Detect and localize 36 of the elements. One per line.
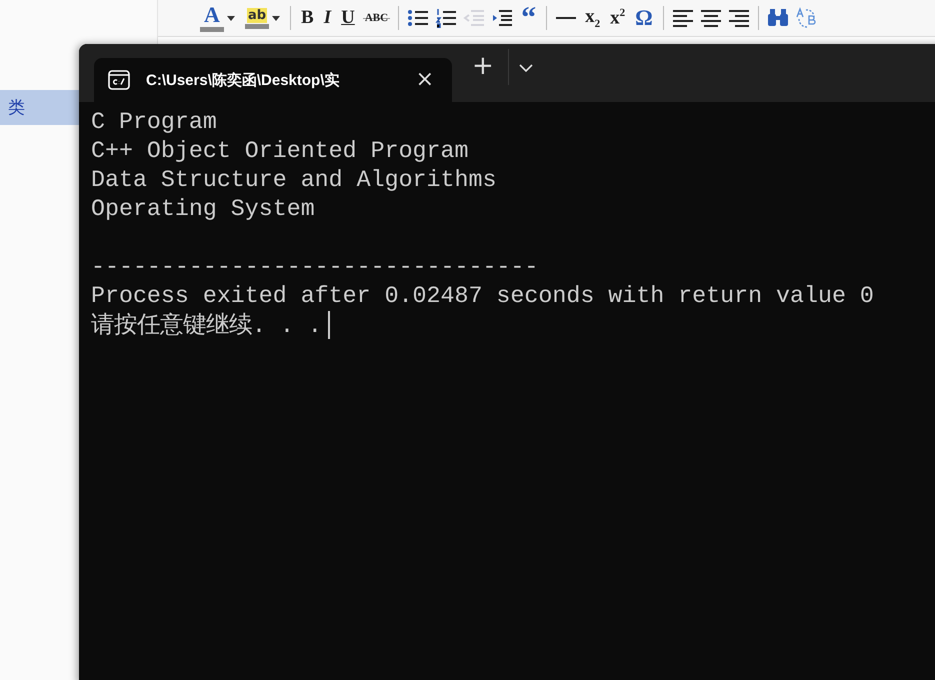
indent-icon (491, 8, 514, 28)
text-cursor (328, 311, 330, 339)
align-center-icon (700, 8, 722, 28)
bulleted-list-icon (407, 8, 430, 28)
font-color-button[interactable]: A (198, 4, 237, 32)
console-line: C++ Object Oriented Program (91, 137, 470, 166)
tab-title: C:\Users\陈奕函\Desktop\实 (146, 70, 340, 90)
italic-button[interactable]: I (322, 4, 334, 32)
console-line: Operating System (91, 195, 316, 224)
quote-button[interactable]: “ (519, 4, 538, 32)
console-line: Data Structure and Algorithms (91, 166, 498, 195)
highlight-button[interactable]: ab (243, 4, 282, 32)
replace-icon (794, 7, 817, 29)
bold-button[interactable]: B (299, 4, 316, 32)
close-tab-button[interactable]: × (412, 69, 438, 91)
format-button[interactable]: x$^{2}$ (608, 4, 628, 32)
align-left-icon (672, 8, 694, 28)
console-line: C Program (91, 108, 218, 137)
binoculars-icon (766, 8, 789, 28)
chevron-down-icon (518, 64, 533, 72)
outdent-icon (463, 8, 486, 28)
console-line: 请按任意键继续. . . (91, 313, 322, 339)
numbered-list-icon (435, 8, 458, 28)
align-right-icon (728, 8, 750, 28)
caret-icon[interactable] (272, 16, 280, 20)
console-line: Process exited after 0.02487 seconds with return value 0 (91, 282, 875, 311)
underline-button[interactable]: U (339, 4, 357, 32)
horizontal-line-icon (555, 17, 578, 19)
format-button[interactable]: x$_{2}$ (583, 4, 602, 32)
separator-line: -------------------------------- (91, 253, 540, 282)
caret-icon[interactable] (227, 16, 235, 20)
command-prompt-icon (108, 70, 130, 90)
new-tab-button[interactable]: + (466, 51, 500, 81)
sidebar-item[interactable]: 类 (0, 90, 79, 125)
terminal-tab[interactable]: C:\Users\陈奕函\Desktop\实 × (94, 58, 452, 102)
special-character-button[interactable]: Ω (633, 4, 655, 32)
